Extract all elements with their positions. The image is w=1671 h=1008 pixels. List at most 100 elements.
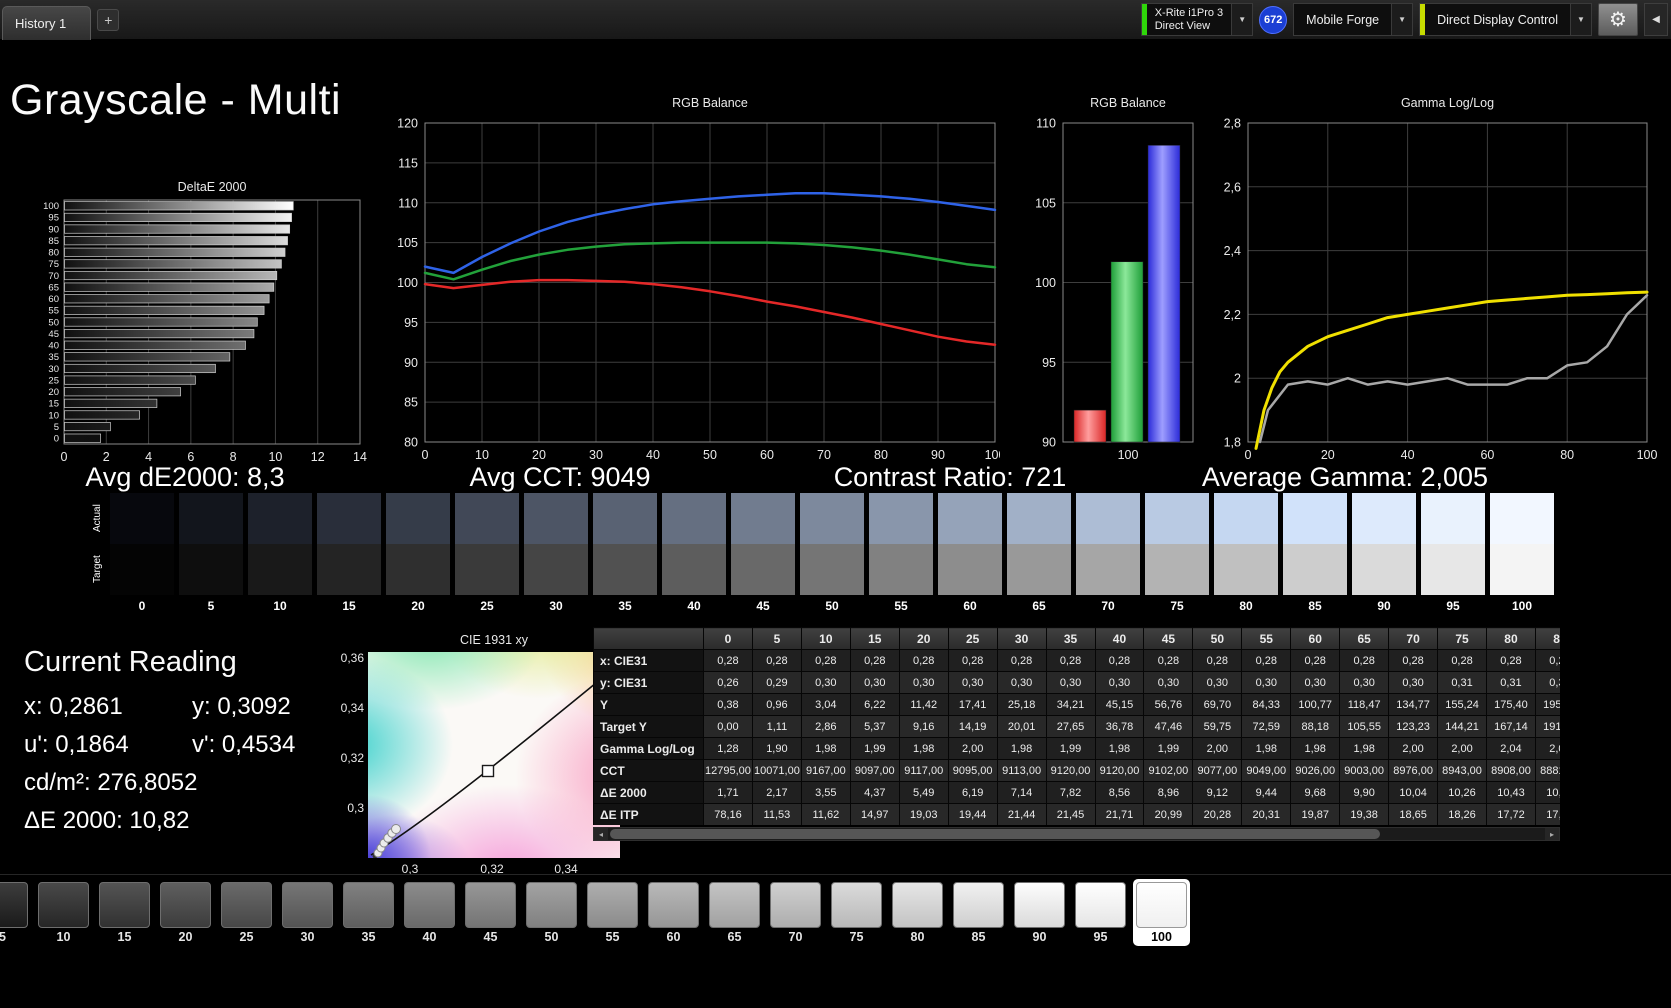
patch-button-15[interactable]: 15 — [96, 879, 153, 946]
reading-u-prime: u': 0,1864 — [24, 731, 129, 758]
patch-button-80[interactable]: 80 — [889, 879, 946, 946]
svg-text:85: 85 — [404, 396, 418, 410]
display-control-selector[interactable]: Direct Display Control ▼ — [1419, 3, 1592, 36]
table-col-header: 10 — [800, 627, 851, 650]
chevron-down-icon[interactable]: ▼ — [1231, 4, 1253, 35]
add-tab-button[interactable]: + — [97, 8, 120, 31]
reading-v-prime: v': 0,4534 — [192, 731, 296, 758]
swatch-target-color — [386, 544, 450, 595]
chevron-down-icon[interactable]: ▼ — [1570, 4, 1591, 35]
scroll-right-icon[interactable]: ▸ — [1545, 828, 1559, 840]
history-tab[interactable]: History 1 — [2, 5, 92, 40]
patch-button-100[interactable]: 100 — [1133, 879, 1190, 946]
svg-text:110: 110 — [1036, 117, 1056, 131]
patch-button-30[interactable]: 30 — [279, 879, 336, 946]
svg-text:RGB Balance: RGB Balance — [672, 96, 748, 110]
table-cell: 0,30 — [996, 671, 1047, 694]
table-cell: 2,86 — [800, 715, 851, 738]
target-row-label: Target — [92, 555, 103, 584]
table-cell: 1,98 — [800, 737, 851, 760]
grayscale-swatch-65: 65 — [1007, 493, 1071, 613]
patch-button-75[interactable]: 75 — [828, 879, 885, 946]
svg-text:12: 12 — [311, 450, 325, 464]
gear-icon[interactable]: ⚙ — [1598, 3, 1638, 36]
patch-swatch — [892, 882, 943, 928]
patch-button-20[interactable]: 20 — [157, 879, 214, 946]
svg-text:40: 40 — [1401, 448, 1415, 462]
table-cell: 0,31 — [1486, 671, 1536, 694]
workflow-selector[interactable]: Mobile Forge ▼ — [1293, 3, 1414, 36]
measurement-point — [391, 824, 401, 834]
svg-text:2,8: 2,8 — [1224, 117, 1241, 131]
table-cell: 134,77 — [1388, 693, 1439, 716]
table-cell: 8908,00 — [1486, 759, 1536, 782]
svg-text:75: 75 — [48, 259, 59, 270]
patch-button-35[interactable]: 35 — [340, 879, 397, 946]
table-cell: 1,11 — [751, 715, 802, 738]
patch-button-50[interactable]: 50 — [523, 879, 580, 946]
swatch-level-label: 25 — [480, 599, 494, 613]
table-cell: 1,71 — [703, 781, 753, 804]
svg-text:2,4: 2,4 — [1224, 244, 1241, 258]
patch-button-90[interactable]: 90 — [1011, 879, 1068, 946]
svg-text:40: 40 — [646, 448, 660, 462]
patch-button-95[interactable]: 95 — [1072, 879, 1129, 946]
patch-swatch — [831, 882, 882, 928]
svg-text:100: 100 — [985, 448, 1000, 462]
table-cell: 0,29 — [751, 671, 802, 694]
patch-button-70[interactable]: 70 — [767, 879, 824, 946]
svg-text:60: 60 — [48, 294, 59, 305]
table-cell: 191,98 — [1534, 715, 1560, 738]
patch-swatch — [1136, 882, 1187, 928]
table-col-header: 85 — [1534, 627, 1560, 650]
patch-button-5[interactable]: 5 — [0, 879, 31, 946]
table-cell: 59,75 — [1192, 715, 1243, 738]
meter-selector[interactable]: X-Rite i1Pro 3 Direct View ▼ — [1140, 3, 1254, 36]
patch-swatch — [38, 882, 89, 928]
patch-button-65[interactable]: 65 — [706, 879, 763, 946]
chevron-down-icon[interactable]: ▼ — [1391, 4, 1413, 35]
patch-button-25[interactable]: 25 — [218, 879, 275, 946]
table-cell: 17,41 — [947, 693, 998, 716]
swatch-target-color — [662, 544, 726, 595]
patch-button-40[interactable]: 40 — [401, 879, 458, 946]
svg-text:105: 105 — [1035, 196, 1056, 210]
table-horizontal-scrollbar[interactable]: ◂ ▸ — [593, 827, 1560, 841]
patch-swatch — [465, 882, 516, 928]
table-cell: 14,97 — [849, 803, 900, 825]
swatch-actual-color — [179, 493, 243, 544]
swatch-target-color — [593, 544, 657, 595]
table-col-header: 5 — [751, 627, 802, 650]
table-cell: 21,45 — [1045, 803, 1096, 825]
table-cell: 0,30 — [1241, 671, 1292, 694]
table-cell: 0,30 — [849, 671, 900, 694]
table-cell: 72,59 — [1241, 715, 1292, 738]
table-row: y: CIE31 0,26 0,29 0,30 0,30 0,30 0,30 0,30 0,30… — [593, 671, 1560, 694]
table-cell: 0,28 — [1192, 649, 1243, 672]
table-cell: 2,00 — [1388, 737, 1439, 760]
patch-button-10[interactable]: 10 — [35, 879, 92, 946]
table-row-label: Y — [593, 693, 704, 716]
grayscale-swatch-70: 70 — [1076, 493, 1140, 613]
scrollbar-thumb[interactable] — [610, 829, 1380, 839]
target-marker — [481, 764, 495, 778]
scroll-left-icon[interactable]: ◂ — [594, 828, 608, 840]
collapse-panel-icon[interactable]: ◀ — [1644, 3, 1668, 36]
svg-text:10: 10 — [475, 448, 489, 462]
table-cell: 12795,00 — [703, 759, 753, 782]
table-cell: 9,44 — [1241, 781, 1292, 804]
patch-button-45[interactable]: 45 — [462, 879, 519, 946]
svg-text:120: 120 — [397, 117, 418, 131]
patch-button-60[interactable]: 60 — [645, 879, 702, 946]
scrollbar-track[interactable] — [608, 828, 1545, 840]
patch-button-85[interactable]: 85 — [950, 879, 1007, 946]
table-cell: 1,98 — [996, 737, 1047, 760]
reading-x: x: 0,2861 — [24, 693, 123, 720]
table-cell: 0,28 — [751, 649, 802, 672]
table-cell: 0,28 — [1388, 649, 1439, 672]
swatch-actual-color — [317, 493, 381, 544]
table-cell: 36,78 — [1094, 715, 1145, 738]
patch-button-55[interactable]: 55 — [584, 879, 641, 946]
swatch-actual-color — [731, 493, 795, 544]
svg-text:90: 90 — [931, 448, 945, 462]
